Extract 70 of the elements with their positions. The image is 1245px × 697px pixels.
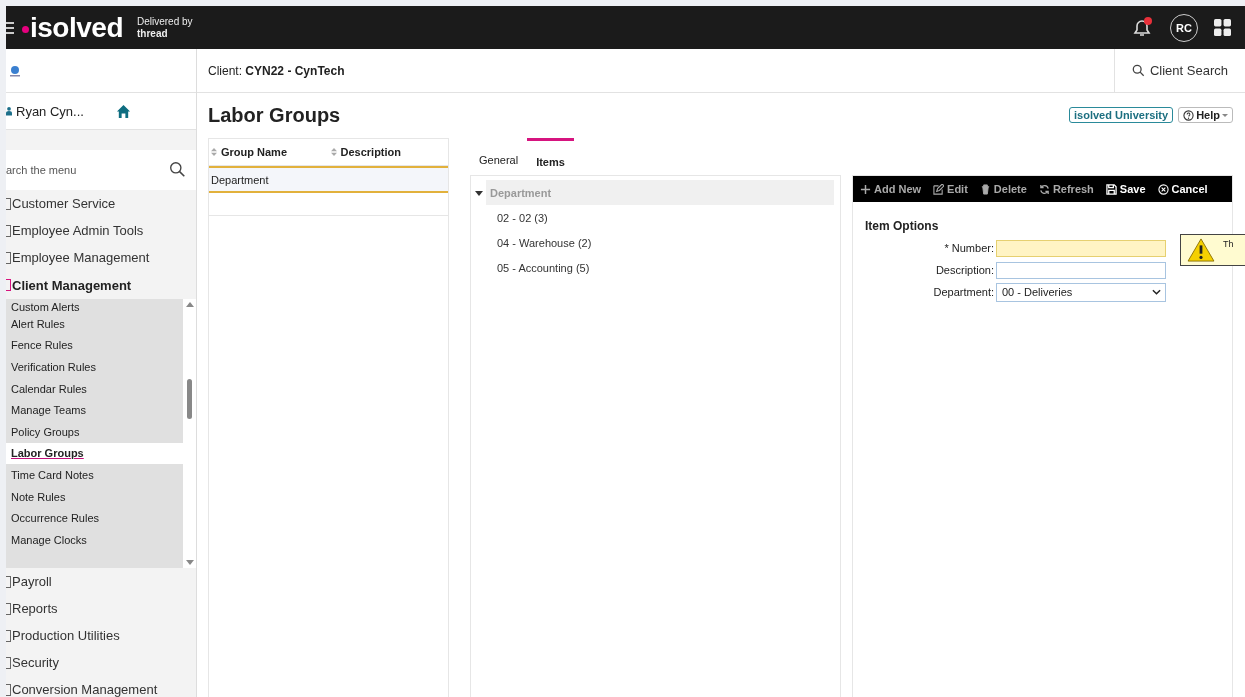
field-label: Department: <box>932 286 995 298</box>
page-title: Labor Groups <box>208 103 341 127</box>
tree-node[interactable]: 02 - 02 (3) <box>475 205 834 230</box>
submenu-item[interactable]: Manage Clocks <box>6 528 183 551</box>
user-name[interactable]: Ryan Cyn... <box>16 103 84 119</box>
cancel-icon <box>1157 183 1169 195</box>
submenu-item[interactable]: Note Rules <box>6 485 183 508</box>
menu-icon[interactable] <box>6 21 14 34</box>
menu-item[interactable]: Conversion Management <box>6 676 196 697</box>
field-label: * Number: <box>943 242 995 254</box>
chevron-icon <box>1152 289 1161 295</box>
user-icon <box>6 105 12 117</box>
toolbar-button[interactable]: Save <box>1105 183 1146 195</box>
apps-icon[interactable] <box>1214 19 1231 36</box>
submenu-item[interactable]: Labor Groups <box>6 442 183 465</box>
delete-icon <box>979 183 991 195</box>
tagline-brand: thread <box>137 27 169 40</box>
input-field[interactable] <box>996 261 1166 279</box>
university-link[interactable]: isolved University <box>1069 107 1174 123</box>
search-icon[interactable] <box>169 161 186 178</box>
menu-search-field[interactable]: arch the menu <box>6 150 196 190</box>
menu-item[interactable]: Employee Management <box>6 244 196 271</box>
column-header[interactable]: Group Name <box>209 146 329 158</box>
tab[interactable]: General <box>479 136 519 175</box>
save-icon <box>1105 183 1117 195</box>
logo-dot-icon <box>22 25 29 33</box>
search-icon <box>1131 64 1145 77</box>
submenu-item[interactable]: Calendar Rules <box>6 377 183 400</box>
table-row[interactable]: Department <box>209 166 448 193</box>
submenu-item[interactable]: Policy Groups <box>6 420 183 443</box>
submenu-item[interactable]: Alert Rules <box>6 313 183 335</box>
menu-item[interactable]: Production Utilities <box>6 622 196 649</box>
section-title: Item Options <box>865 219 940 233</box>
menu-item[interactable]: Reports <box>6 595 196 622</box>
company-logo-icon <box>9 64 21 77</box>
tree-node[interactable]: 05 - Accounting (5) <box>475 255 834 280</box>
tree-node[interactable]: 04 - Warehouse (2) <box>475 230 834 255</box>
department-dropdown[interactable]: 00 - Deliveries <box>996 282 1166 302</box>
menu-item[interactable]: Payroll <box>6 568 196 595</box>
caret-icon[interactable] <box>475 188 483 197</box>
help-button[interactable]: Help <box>1178 107 1233 123</box>
help-icon <box>1183 109 1195 121</box>
submenu-item[interactable]: Custom Alerts <box>6 299 183 313</box>
submenu-item[interactable]: Verification Rules <box>6 356 183 378</box>
input-field[interactable] <box>996 239 1166 257</box>
submenu-item[interactable]: Manage Teams <box>6 399 183 421</box>
tab[interactable]: Items <box>527 138 574 175</box>
tagline: Delivered by <box>137 15 193 28</box>
menu-item[interactable]: Security <box>6 649 196 676</box>
toolbar-button[interactable]: Cancel <box>1157 183 1208 195</box>
submenu-item[interactable]: Time Card Notes <box>6 464 183 486</box>
menu-item[interactable]: Employee Admin Tools <box>6 217 196 244</box>
menu-item[interactable]: Customer Service <box>6 190 196 217</box>
logo-text: isolved <box>30 11 123 44</box>
sort-icon <box>330 148 337 156</box>
field-label: Description: <box>934 264 995 276</box>
submenu-item[interactable]: Occurrence Rules <box>6 507 183 529</box>
tooltip-text: Th <box>1223 239 1234 249</box>
edit-icon <box>933 183 945 195</box>
scrollbar[interactable] <box>183 299 196 568</box>
home-icon[interactable] <box>115 103 131 119</box>
menu-item[interactable]: Client Management <box>6 271 196 299</box>
client-search-button[interactable]: Client Search <box>1113 49 1245 92</box>
refresh-icon <box>1038 183 1050 195</box>
submenu-item[interactable]: Fence Rules <box>6 334 183 357</box>
add-icon <box>860 183 871 195</box>
warning-icon <box>1187 238 1215 262</box>
client-name: Client: CYN22 - CynTech <box>208 63 346 78</box>
sort-icon <box>211 148 217 156</box>
column-header[interactable]: Description <box>328 146 448 158</box>
